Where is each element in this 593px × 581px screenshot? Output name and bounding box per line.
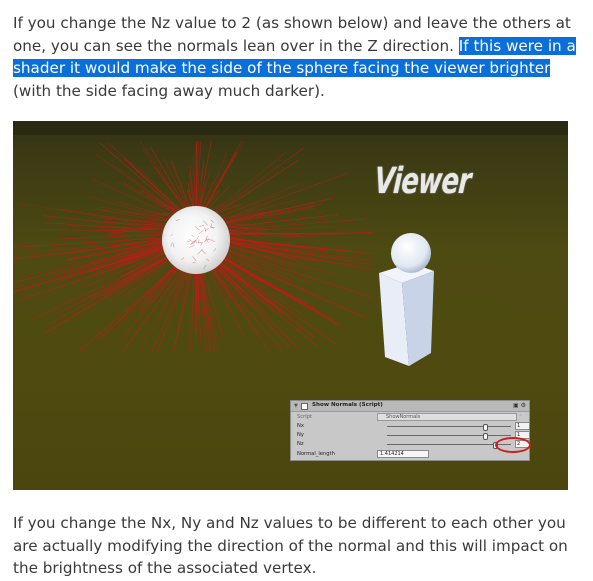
nz-slider[interactable] [387, 442, 511, 449]
inspector-component-panel: ▼ Show Normals (Script) ▣ ⚙ Script ShowN… [290, 400, 531, 461]
normal-line [201, 152, 228, 212]
normal-line [123, 158, 184, 215]
normal-line [219, 256, 349, 332]
normal-line [217, 258, 284, 307]
normal-line [150, 147, 189, 213]
object-picker-icon[interactable]: ◦ [519, 413, 522, 419]
nz-row: Nz 2 [297, 440, 530, 449]
normal-line [123, 266, 185, 352]
script-row: Script ShowNormals ◦ [297, 413, 527, 422]
nx-value-field[interactable]: 1 [515, 422, 530, 430]
sky-band [13, 121, 568, 135]
enable-checkbox[interactable] [301, 403, 308, 410]
intro-text-2: (with the side facing away much darker). [13, 81, 325, 100]
viewer-head-sphere [391, 233, 431, 273]
nx-label: Nx [297, 423, 304, 429]
script-label: Script [297, 414, 313, 420]
normal-length-label: Normal_length [297, 451, 335, 457]
nx-row: Nx 1 [297, 422, 530, 431]
ny-slider[interactable] [387, 433, 511, 440]
gear-icon[interactable]: ▣ ⚙ [513, 402, 526, 409]
intro-paragraph: If you change the Nz value to 2 (as show… [13, 12, 583, 102]
normal-line [99, 142, 183, 215]
viewer-label: Viewer [372, 161, 473, 202]
ny-label: Ny [297, 432, 304, 438]
normal-line [211, 147, 305, 216]
nz-label: Nz [297, 441, 304, 447]
normal-line [86, 231, 169, 237]
normal-line [28, 254, 171, 321]
normal-line [189, 268, 196, 352]
closing-paragraph: If you change the Nx, Ny and Nz values t… [13, 514, 568, 578]
normal-line [19, 203, 170, 228]
component-header[interactable]: ▼ Show Normals (Script) ▣ ⚙ [291, 401, 529, 412]
normal-line [102, 206, 174, 222]
component-title: Show Normals (Script) [312, 402, 383, 408]
normal-line [219, 202, 315, 224]
normal-line [202, 151, 237, 213]
ny-slider-knob[interactable] [483, 433, 488, 440]
normal-length-field[interactable]: 1.414214 [377, 450, 429, 458]
normal-line [123, 182, 181, 216]
nx-slider[interactable] [387, 424, 511, 431]
nx-slider-knob[interactable] [483, 424, 488, 431]
unity-scene-screenshot: Viewer ▼ Show Normals (Script) ▣ ⚙ Scrip… [13, 121, 568, 490]
normal-line [94, 221, 171, 227]
normal-length-row: Normal_length 1.414214 [297, 450, 527, 459]
normal-line [198, 268, 215, 352]
script-field[interactable]: ShowNormals [377, 413, 517, 421]
annotation-circle [495, 437, 531, 453]
foldout-arrow-icon[interactable]: ▼ [294, 403, 298, 409]
ny-row: Ny 1 [297, 431, 530, 440]
normal-line [171, 267, 187, 304]
